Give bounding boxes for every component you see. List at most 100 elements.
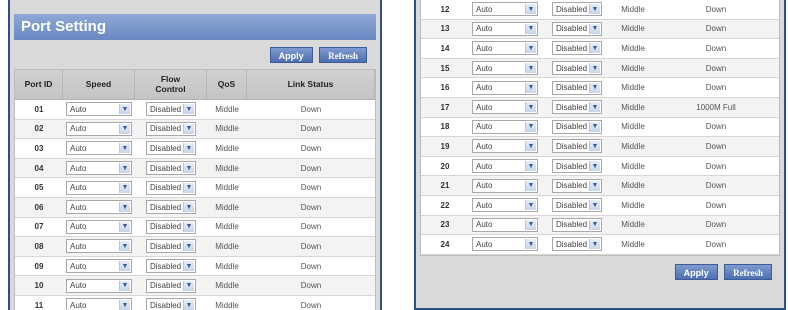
qos-value: Middle <box>621 24 645 34</box>
link-status-value: Down <box>300 241 322 251</box>
speed-select[interactable]: Auto ▼ <box>472 237 538 252</box>
speed-cell: Auto ▼ <box>63 237 135 256</box>
chevron-down-icon: ▼ <box>119 104 130 115</box>
speed-cell: Auto ▼ <box>469 157 541 176</box>
speed-select[interactable]: Auto ▼ <box>472 100 538 115</box>
flow-control-cell: Disabled ▼ <box>541 78 613 97</box>
speed-select[interactable]: Auto ▼ <box>472 21 538 36</box>
speed-select[interactable]: Auto ▼ <box>66 219 132 234</box>
flow-control-select[interactable]: Disabled ▼ <box>146 121 196 136</box>
speed-value: Auto <box>476 161 493 171</box>
speed-select[interactable]: Auto ▼ <box>472 41 538 56</box>
speed-cell: Auto ▼ <box>63 159 135 178</box>
flow-control-select[interactable]: Disabled ▼ <box>146 278 196 293</box>
port-id: 14 <box>440 43 450 53</box>
speed-cell: Auto ▼ <box>469 216 541 235</box>
flow-control-select[interactable]: Disabled ▼ <box>552 21 602 36</box>
link-status-value: Down <box>705 43 727 53</box>
speed-cell: Auto ▼ <box>63 198 135 217</box>
flow-control-select[interactable]: Disabled ▼ <box>552 119 602 134</box>
speed-cell: Auto ▼ <box>469 176 541 195</box>
flow-control-value: Disabled <box>556 239 588 249</box>
speed-select[interactable]: Auto ▼ <box>66 259 132 274</box>
flow-control-cell: Disabled ▼ <box>541 157 613 176</box>
port-id: 18 <box>440 122 450 132</box>
flow-control-select[interactable]: Disabled ▼ <box>552 198 602 213</box>
flow-control-select[interactable]: Disabled ▼ <box>552 237 602 252</box>
chevron-down-icon: ▼ <box>589 82 600 93</box>
speed-select[interactable]: Auto ▼ <box>66 200 132 215</box>
table-row: 16 Auto ▼ Disabled ▼ Middle Down <box>421 78 779 98</box>
speed-select[interactable]: Auto ▼ <box>472 119 538 134</box>
chevron-down-icon: ▼ <box>119 202 130 213</box>
qos-value: Middle <box>215 124 239 134</box>
flow-control-select[interactable]: Disabled ▼ <box>552 217 602 232</box>
flow-control-cell: Disabled ▼ <box>135 178 207 197</box>
speed-select[interactable]: Auto ▼ <box>66 141 132 156</box>
flow-control-select[interactable]: Disabled ▼ <box>146 102 196 117</box>
speed-select[interactable]: Auto ▼ <box>472 198 538 213</box>
link-status-value: Down <box>300 281 322 291</box>
flow-control-select[interactable]: Disabled ▼ <box>146 219 196 234</box>
speed-select[interactable]: Auto ▼ <box>66 121 132 136</box>
flow-control-select[interactable]: Disabled ▼ <box>552 100 602 115</box>
top-toolbar: Apply Refresh <box>14 40 376 69</box>
flow-control-select[interactable]: Disabled ▼ <box>552 80 602 95</box>
flow-control-select[interactable]: Disabled ▼ <box>146 141 196 156</box>
flow-control-value: Disabled <box>150 104 182 114</box>
flow-control-select[interactable]: Disabled ▼ <box>146 259 196 274</box>
speed-select[interactable]: Auto ▼ <box>472 178 538 193</box>
qos-value: Middle <box>621 181 645 191</box>
speed-select[interactable]: Auto ▼ <box>472 80 538 95</box>
chevron-down-icon: ▼ <box>119 123 130 134</box>
apply-button[interactable]: Apply <box>269 47 313 63</box>
speed-select[interactable]: Auto ▼ <box>66 298 132 310</box>
speed-select[interactable]: Auto ▼ <box>472 139 538 154</box>
flow-control-cell: Disabled ▼ <box>135 257 207 276</box>
flow-control-select[interactable]: Disabled ▼ <box>146 180 196 195</box>
port-id: 10 <box>34 281 44 291</box>
qos-value: Middle <box>621 141 645 151</box>
speed-select[interactable]: Auto ▼ <box>66 180 132 195</box>
port-setting-panel-right: 12 Auto ▼ Disabled ▼ Middle Down 13 Auto ▼ Disable… <box>414 0 786 310</box>
table-row: 05 Auto ▼ Disabled ▼ Middle Down <box>15 178 375 198</box>
flow-control-select[interactable]: Disabled ▼ <box>552 139 602 154</box>
speed-value: Auto <box>476 102 493 112</box>
flow-control-cell: Disabled ▼ <box>541 235 613 254</box>
table-row: 23 Auto ▼ Disabled ▼ Middle Down <box>421 215 779 236</box>
refresh-button[interactable]: Refresh <box>319 47 367 63</box>
flow-control-value: Disabled <box>150 241 182 251</box>
speed-select[interactable]: Auto ▼ <box>472 159 538 174</box>
qos-value: Middle <box>621 83 645 93</box>
chevron-down-icon: ▼ <box>183 300 194 310</box>
speed-select[interactable]: Auto ▼ <box>472 61 538 76</box>
speed-value: Auto <box>476 141 493 151</box>
chevron-down-icon: ▼ <box>119 280 130 291</box>
flow-control-select[interactable]: Disabled ▼ <box>552 178 602 193</box>
flow-control-select[interactable]: Disabled ▼ <box>552 41 602 56</box>
flow-control-select[interactable]: Disabled ▼ <box>552 159 602 174</box>
apply-button-bottom[interactable]: Apply <box>674 263 718 280</box>
flow-control-select[interactable]: Disabled ▼ <box>146 200 196 215</box>
speed-cell: Auto ▼ <box>63 276 135 295</box>
speed-cell: Auto ▼ <box>63 296 135 310</box>
speed-select[interactable]: Auto ▼ <box>472 2 538 17</box>
refresh-button-bottom[interactable]: Refresh <box>724 263 772 280</box>
link-status-value: Down <box>705 141 727 151</box>
speed-select[interactable]: Auto ▼ <box>66 239 132 254</box>
chevron-down-icon: ▼ <box>525 82 536 93</box>
chevron-down-icon: ▼ <box>525 180 536 191</box>
qos-value: Middle <box>621 43 645 53</box>
speed-value: Auto <box>476 220 493 230</box>
chevron-down-icon: ▼ <box>525 4 536 15</box>
flow-control-select[interactable]: Disabled ▼ <box>146 161 196 176</box>
speed-select[interactable]: Auto ▼ <box>66 102 132 117</box>
chevron-down-icon: ▼ <box>589 239 600 250</box>
speed-select[interactable]: Auto ▼ <box>66 161 132 176</box>
flow-control-select[interactable]: Disabled ▼ <box>552 2 602 17</box>
flow-control-select[interactable]: Disabled ▼ <box>552 61 602 76</box>
flow-control-select[interactable]: Disabled ▼ <box>146 298 196 310</box>
speed-select[interactable]: Auto ▼ <box>472 217 538 232</box>
speed-select[interactable]: Auto ▼ <box>66 278 132 293</box>
flow-control-select[interactable]: Disabled ▼ <box>146 239 196 254</box>
